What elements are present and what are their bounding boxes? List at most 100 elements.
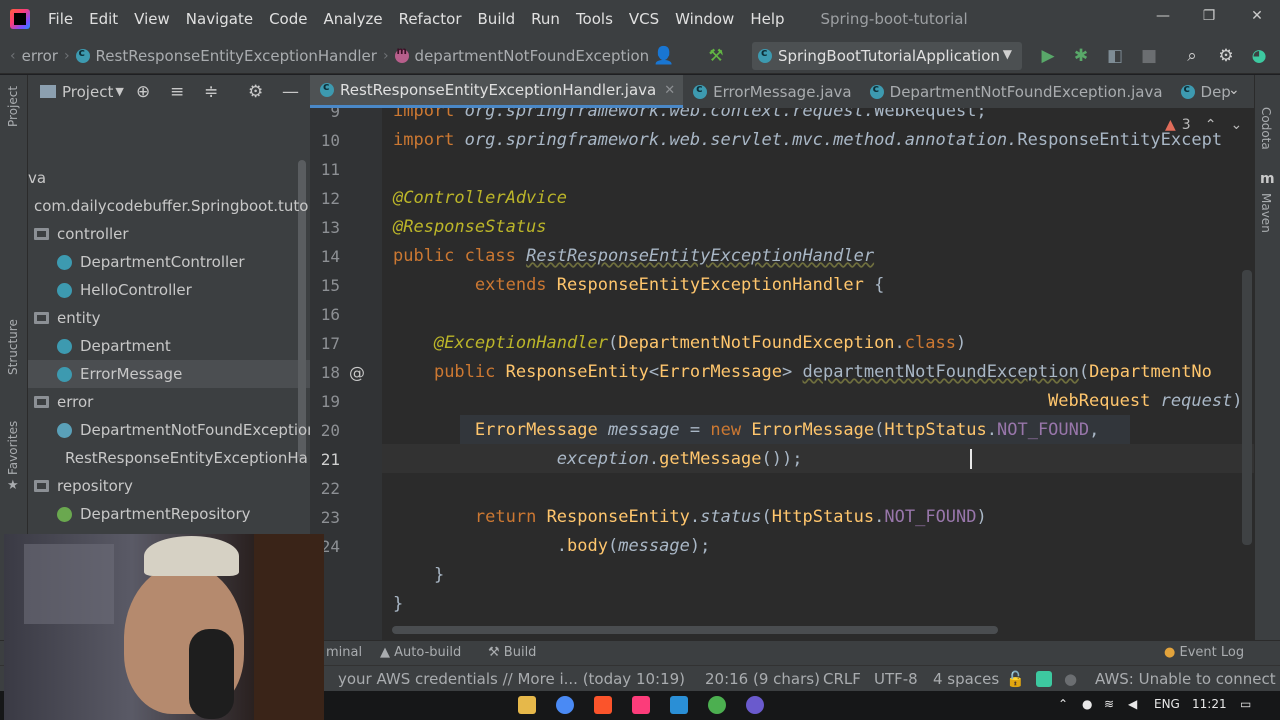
wifi-icon[interactable]: ≋ <box>1104 697 1114 711</box>
inspection-widget[interactable]: ▲ 3 ⌃ ⌄ <box>1165 117 1242 133</box>
menu-help[interactable]: Help <box>742 0 792 38</box>
microphone-icon[interactable]: ● <box>1082 697 1092 711</box>
caret-position[interactable]: 20:16 (9 chars) <box>705 670 820 688</box>
tree-item-class[interactable]: DepartmentController <box>57 248 245 276</box>
menu-window[interactable]: Window <box>667 0 742 38</box>
run-config-select[interactable]: SpringBootTutorialApplication <box>752 42 1022 70</box>
input-language[interactable]: ENG <box>1154 697 1180 711</box>
settings-gear-icon[interactable]: ⚙ <box>248 82 263 102</box>
expand-all-icon[interactable]: ≡ <box>170 82 184 102</box>
close-tab-icon[interactable]: ✕ <box>664 83 675 98</box>
menu-code[interactable]: Code <box>261 0 315 38</box>
menu-edit[interactable]: Edit <box>81 0 126 38</box>
hammer-build-icon[interactable]: ⚒ <box>704 44 728 68</box>
class-icon <box>693 82 708 99</box>
breadcrumb-method[interactable]: departmentNotFoundException <box>415 47 650 65</box>
file-explorer-icon[interactable] <box>518 696 536 714</box>
tree-item-class-selected[interactable]: ErrorMessage <box>57 360 182 388</box>
menu-build[interactable]: Build <box>470 0 524 38</box>
restore-icon[interactable]: ❐ <box>1186 0 1232 32</box>
line-number: 20 <box>320 421 340 440</box>
clock[interactable]: 11:21 <box>1192 697 1227 711</box>
lock-icon[interactable]: 🔓 <box>1006 670 1025 688</box>
menu-run[interactable]: Run <box>523 0 568 38</box>
tree-item-exception[interactable]: DepartmentNotFoundException <box>57 416 310 444</box>
tree-item-folder[interactable]: repository <box>34 472 133 500</box>
run-icon[interactable]: ▶ <box>1036 44 1060 68</box>
stripe-maven[interactable]: Maven <box>1259 193 1273 233</box>
breadcrumb-error[interactable]: error <box>22 47 58 65</box>
tree-item-folder[interactable]: controller <box>34 220 129 248</box>
menu-refactor[interactable]: Refactor <box>391 0 470 38</box>
tree-item-class[interactable]: RestResponseEntityExceptionHandler <box>57 444 309 472</box>
aws-icon[interactable] <box>1036 671 1052 687</box>
stripe-structure[interactable]: Structure <box>6 319 20 375</box>
menu-file[interactable]: File <box>40 0 81 38</box>
override-marker-icon[interactable]: @ <box>349 363 365 382</box>
chevron-down-icon[interactable]: ⌄ <box>1230 117 1242 133</box>
intellij-taskbar-icon[interactable] <box>632 696 650 714</box>
close-icon[interactable]: ✕ <box>1234 0 1280 32</box>
aws-connection-status[interactable]: AWS: Unable to connect <box>1095 670 1276 688</box>
tab-errormessage[interactable]: ErrorMessage.java <box>683 75 860 108</box>
chrome-icon[interactable] <box>556 696 574 714</box>
app-icon[interactable] <box>708 696 726 714</box>
breadcrumb-class[interactable]: RestResponseEntityExceptionHandler <box>96 47 377 65</box>
menu-analyze[interactable]: Analyze <box>315 0 390 38</box>
hide-panel-icon[interactable]: — <box>282 82 299 102</box>
locate-icon[interactable]: ⊕ <box>136 82 150 102</box>
debug-icon[interactable]: ✱ <box>1069 44 1093 68</box>
editor-horizontal-scrollbar[interactable] <box>392 626 998 634</box>
tool-window-auto-build[interactable]: ▲ Auto-build <box>380 645 461 660</box>
vscode-icon[interactable] <box>670 696 688 714</box>
line-separator[interactable]: CRLF <box>823 670 861 688</box>
app-icon[interactable] <box>746 696 764 714</box>
tree-item-folder[interactable]: entity <box>34 304 101 332</box>
tool-window-event-log[interactable]: ● Event Log <box>1164 645 1244 660</box>
breadcrumb: ‹ error › RestResponseEntityExceptionHan… <box>4 46 650 65</box>
tab-restresponseentityexceptionhandler[interactable]: RestResponseEntityExceptionHandler.java … <box>310 75 684 108</box>
line-number: 14 <box>320 247 340 266</box>
chevron-up-icon[interactable]: ⌃ <box>1205 117 1217 133</box>
tree-item[interactable]: va <box>28 164 46 192</box>
tree-item-class[interactable]: HelloController <box>57 276 192 304</box>
tree-item-interface[interactable]: DepartmentRepository <box>57 500 251 528</box>
aws-toolkit-icon[interactable]: ◕ <box>1247 44 1271 68</box>
event-log-icon: ● <box>1164 645 1180 660</box>
user-icon[interactable]: 👤 <box>652 44 676 68</box>
chevron-down-icon[interactable]: ▼ <box>115 85 123 98</box>
tab-departmentnotfoundexception[interactable]: DepartmentNotFoundException.java <box>860 75 1171 108</box>
collapse-all-icon[interactable]: ≑ <box>204 82 218 102</box>
volume-icon[interactable]: ◀ <box>1128 697 1137 711</box>
tool-window-build[interactable]: ⚒ Build <box>488 645 536 660</box>
notifications-icon[interactable]: ▭ <box>1240 697 1251 711</box>
code-line: WebRequest request) { <box>1048 391 1263 411</box>
menu-navigate[interactable]: Navigate <box>178 0 261 38</box>
tool-window-terminal[interactable]: minal <box>326 645 362 660</box>
class-icon <box>57 338 72 354</box>
stripe-codota[interactable]: Codota <box>1259 107 1273 150</box>
stripe-project[interactable]: Project <box>6 86 20 127</box>
indent-setting[interactable]: 4 spaces <box>933 670 999 688</box>
menu-vcs[interactable]: VCS <box>621 0 667 38</box>
chevron-down-icon[interactable]: ⌄ <box>1228 82 1240 98</box>
brave-icon[interactable] <box>594 696 612 714</box>
chevron-up-icon[interactable]: ⌃ <box>1058 697 1068 711</box>
editor-vertical-scrollbar[interactable] <box>1242 270 1252 545</box>
stripe-favorites[interactable]: Favorites <box>6 421 20 475</box>
menu-view[interactable]: View <box>126 0 178 38</box>
file-encoding[interactable]: UTF-8 <box>874 670 918 688</box>
settings-gear-icon[interactable]: ⚙ <box>1214 44 1238 68</box>
search-icon[interactable]: ⌕ <box>1180 44 1204 68</box>
chevron-right-icon: › <box>63 47 70 64</box>
code-editor[interactable]: 9 10 11 12 13 14 15 16 17 18 19 20 21 22… <box>310 108 1280 640</box>
minimize-icon[interactable]: — <box>1140 0 1186 32</box>
tree-item-class[interactable]: Department <box>57 332 171 360</box>
tree-item-package[interactable]: com.dailycodebuffer.Springboot.tutorial <box>28 192 308 220</box>
menu-tools[interactable]: Tools <box>568 0 621 38</box>
status-message[interactable]: your AWS credentials // More i... (today… <box>338 670 685 688</box>
coverage-icon[interactable]: ◧ <box>1103 44 1127 68</box>
tree-item-folder[interactable]: error <box>34 388 93 416</box>
stop-icon[interactable]: ■ <box>1137 44 1161 68</box>
project-view-select[interactable]: Project <box>62 83 113 101</box>
